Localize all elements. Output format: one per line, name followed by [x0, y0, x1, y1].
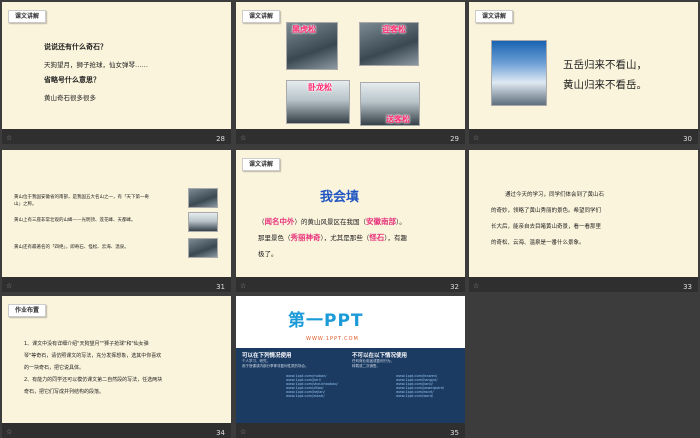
- fill-answer-1: 闻名中外: [264, 217, 295, 226]
- poem-line-2: 黄山归来不看岳。: [563, 79, 647, 91]
- slide-footer: [236, 129, 465, 144]
- brand-logo: 第一PPT: [288, 311, 364, 331]
- mountain-photo-3: [188, 238, 218, 258]
- summary-line-1: 通过今天的学习，同学们体会到了黄山石: [505, 192, 605, 198]
- slide-number: 28: [216, 135, 225, 143]
- section-tag: 作业布置: [8, 304, 47, 317]
- question-1: 说说还有什么奇石？: [44, 43, 107, 51]
- star-icon: ☆: [6, 134, 13, 142]
- star-icon: ☆: [473, 282, 480, 290]
- slide-thumb-28[interactable]: 课文讲解 说说还有什么奇石？ 天狗望月，狮子抢球，仙女弹琴…… 省略号什么意思？…: [2, 2, 231, 144]
- slide-thumb-35[interactable]: 第一PPT WWW.1PPT.COM 可以在下列情况使用 个人学习、研究。 用于…: [236, 296, 465, 438]
- star-icon: ☆: [240, 134, 247, 142]
- photo-label: 黑虎松: [292, 25, 316, 34]
- star-icon: ☆: [473, 134, 480, 142]
- slide-footer: [2, 423, 231, 438]
- link-item[interactable]: www.1ppt.com/word/: [396, 394, 460, 398]
- forbidden-heading: 不可以在以下情况使用: [352, 353, 408, 359]
- star-icon: ☆: [6, 428, 13, 436]
- slide-number: 30: [683, 135, 692, 143]
- slide-footer: [236, 277, 465, 292]
- paragraph-1a: 黄山位于我国安徽省的南部，是我国五大名山之一，有「天下第一奇: [14, 195, 149, 200]
- star-icon: ☆: [6, 282, 13, 290]
- mountain-photo-1: [188, 188, 218, 208]
- photo-label: 卧龙松: [308, 83, 332, 92]
- answer-2: 黄山奇石很多很多: [44, 94, 96, 102]
- fill-line-1: （闻名中外）的黄山风景区在我国（安徽南部）。: [258, 217, 406, 226]
- paragraph-2: 黄山上有三座非常壮观的山峰——光明顶、莲花峰、天都峰。: [14, 218, 136, 223]
- star-icon: ☆: [240, 282, 247, 290]
- allowed-item-2: 用于授课或内部分享等非盈利性质的场合。: [242, 364, 309, 368]
- fill-answer-2: 安徽南部: [366, 217, 396, 226]
- mountain-photo-2: [188, 212, 218, 232]
- slide-thumb-29[interactable]: 课文讲解 黑虎松 迎客松 卧龙松 送客松 ☆ 29: [236, 2, 465, 144]
- section-tag: 课文讲解: [242, 10, 281, 23]
- snow-mountain-photo: [491, 40, 547, 106]
- fill-answer-3: 秀丽神奇: [290, 233, 321, 242]
- slide-number: 34: [216, 429, 225, 437]
- slide-thumb-30[interactable]: 课文讲解 五岳归来不看山， 黄山归来不看岳。 ☆ 30: [469, 2, 698, 144]
- slide-footer: [236, 423, 465, 438]
- slide-number: 31: [216, 283, 225, 291]
- section-tag: 课文讲解: [242, 158, 281, 171]
- allowed-heading: 可以在下列情况使用: [242, 353, 292, 359]
- link-column-2: www.1ppt.com/fanwen/ www.1ppt.com/hangye…: [396, 374, 460, 398]
- slide-thumb-34[interactable]: 作业布置 1、课文中没有详细介绍"天狗望月""狮子抢球"和"仙女弹 琴"等奇石，…: [2, 296, 231, 438]
- slide-footer: [469, 129, 698, 144]
- slide-footer: [2, 277, 231, 292]
- homework-line-2: 琴"等奇石，请仿照课文的写法，充分发挥想象，选其中你喜欢: [24, 353, 162, 359]
- photo-label: 送客松: [386, 115, 410, 124]
- homework-line-5: 奇石，把它们写成并列结构的段落。: [24, 389, 105, 395]
- summary-line-2: 的奇妙，领略了黄山秀丽的景色。希望同学们: [491, 208, 602, 214]
- photo-label: 迎客松: [382, 25, 406, 34]
- slide-thumb-33[interactable]: 通过今天的学习，同学们体会到了黄山石 的奇妙，领略了黄山秀丽的景色。希望同学们 …: [469, 150, 698, 292]
- slide-footer: [469, 277, 698, 292]
- homework-line-4: 2、有能力的同学还可以模仿课文第二自然段的写法，任选两块: [24, 377, 163, 383]
- summary-line-4: 的奇松、云海、温泉是一番什么景象。: [491, 240, 585, 246]
- fill-line-3: 极了。: [258, 250, 278, 258]
- section-tag: 课文讲解: [8, 10, 47, 23]
- exercise-title: 我会填: [320, 190, 360, 205]
- poem-line-1: 五岳归来不看山，: [563, 59, 647, 71]
- homework-line-3: 的一块奇石，把它说具体。: [24, 365, 85, 371]
- brand-url: WWW.1PPT.COM: [306, 336, 359, 342]
- fill-line-2: 那里景色（秀丽神奇），尤其是那些（怪石），有趣: [258, 233, 407, 242]
- slide-number: 35: [450, 429, 459, 437]
- star-icon: ☆: [240, 428, 247, 436]
- slide-thumb-31[interactable]: 黄山位于我国安徽省的南部，是我国五大名山之一，有「天下第一奇 山」之称。 黄山上…: [2, 150, 231, 292]
- license-panel: 可以在下列情况使用 个人学习、研究。 用于授课或内部分享等非盈利性质的场合。 不…: [236, 348, 465, 423]
- section-tag: 课文讲解: [475, 10, 514, 23]
- slide-number: 33: [683, 283, 692, 291]
- homework-line-1: 1、课文中没有详细介绍"天狗望月""狮子抢球"和"仙女弹: [24, 341, 149, 347]
- slide-footer: [2, 129, 231, 144]
- link-column-1: www.1ppt.com/moban/ www.1ppt.com/jieri/ …: [286, 374, 350, 398]
- question-2: 省略号什么意思？: [44, 76, 100, 84]
- slide-thumb-32[interactable]: 课文讲解 我会填 （闻名中外）的黄山风景区在我国（安徽南部）。 那里景色（秀丽神…: [236, 150, 465, 292]
- slide-number: 32: [450, 283, 459, 291]
- answer-1: 天狗望月，狮子抢球，仙女弹琴……: [44, 61, 148, 69]
- summary-line-3: 长大后，能亲自去目睹黄山奇景，看一看那里: [491, 224, 602, 230]
- forbidden-item-2: 转载或二次销售。: [352, 364, 380, 368]
- paragraph-3: 黄山还有最著名的「四绝」，即奇石、怪松、云海、温泉。: [14, 245, 129, 250]
- fill-answer-4: 怪石: [369, 233, 385, 242]
- link-item[interactable]: www.1ppt.com/xiazai/: [286, 394, 350, 398]
- slide-number: 29: [450, 135, 459, 143]
- paragraph-1b: 山」之称。: [14, 202, 37, 207]
